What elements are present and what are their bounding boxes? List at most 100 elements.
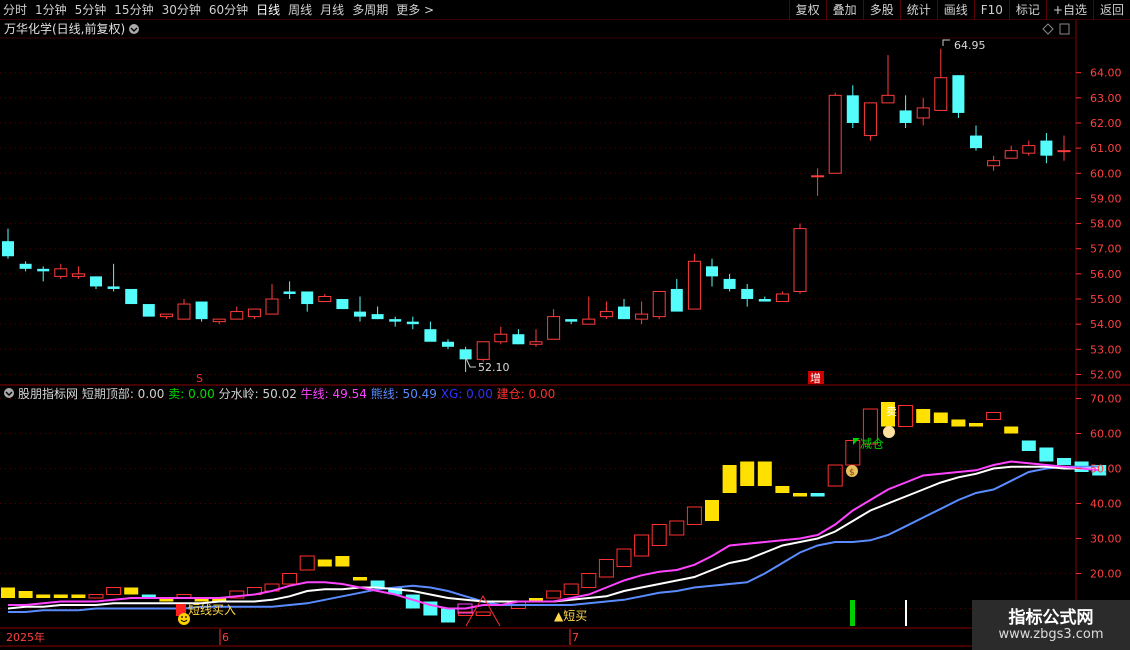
price-tick-label-1: 63.00: [1090, 92, 1122, 105]
candle-43: [758, 296, 771, 302]
candle-47: [828, 92, 842, 174]
indicator-value-1: 卖: 0.00: [168, 387, 218, 401]
candle-11: [195, 301, 208, 322]
indicator-bar-36: [634, 534, 650, 557]
indicator-bar-31: [546, 590, 562, 599]
indicator-axis: 70.0060.0050.0040.0030.0020.0010.00: [1076, 393, 1122, 616]
indicator-header: 股朋指标网 短期顶部: 0.00 卖: 0.00 分水岭: 50.02 牛线: …: [18, 386, 555, 401]
candle-49: [863, 102, 877, 141]
indicator-bar-16: [282, 573, 298, 585]
indicator-bar-18: [317, 559, 332, 567]
indicator-tick-label-0: 70.00: [1090, 393, 1122, 406]
candle-35: [618, 299, 630, 320]
zeng-marker: 增: [810, 371, 821, 385]
indicator-value-0: 短期顶部: 0.00: [82, 386, 168, 401]
candle-25: [442, 339, 454, 350]
candle-17: [301, 291, 314, 312]
candle-53: [934, 48, 948, 111]
candle-3: [54, 263, 68, 279]
indicator-value-3: 牛线: 49.54: [301, 386, 371, 401]
short-line-buy-label: 短线买入: [188, 603, 236, 617]
candle-58: [1022, 140, 1036, 156]
indicator-bar-25: [441, 608, 455, 623]
candle-50: [881, 55, 895, 104]
indicator-bar-59: [1039, 447, 1054, 462]
candle-44: [775, 291, 789, 303]
watermark-url: www.zbgs3.com: [998, 627, 1104, 642]
pointer-hand-icon: [883, 426, 895, 438]
indicator-bar-55: [969, 423, 983, 427]
s-marker: S: [196, 372, 203, 385]
indicator-value-2: 分水岭: 50.02: [219, 387, 301, 401]
high-label: 64.95: [954, 39, 986, 52]
indicator-bar-60: [1057, 458, 1071, 465]
candle-16: [283, 281, 296, 300]
flag-icon: [853, 438, 860, 445]
price-axis: 64.00 63.00 62.00 61.00 60.00 59.00 58.00 57.00…: [1076, 67, 1122, 381]
candle-24: [424, 321, 437, 342]
indicator-bar-6: [106, 587, 122, 595]
candle-29: [512, 329, 525, 345]
candle-46: [811, 168, 825, 196]
sell-label: 卖: [886, 405, 897, 418]
high-pointer-icon: [942, 39, 950, 46]
candle-55: [970, 125, 982, 151]
chart-title: 万华化学(日线,前复权): [4, 21, 125, 36]
candle-57: [1004, 145, 1018, 159]
indicator-bar-17: [299, 555, 315, 571]
price-tick-label-8: 56.00: [1090, 268, 1122, 281]
candle-5: [90, 276, 102, 289]
indicator-bar-35: [616, 548, 632, 567]
candle-0: [2, 228, 14, 259]
stock-chart[interactable]: 64.00 63.00 62.00 61.00 60.00 59.00 58.00 57.00…: [0, 0, 1130, 650]
price-tick-label-0: 64.00: [1090, 67, 1122, 80]
indicator-tick-label-5: 20.00: [1090, 568, 1122, 581]
indicator-bar-3: [53, 594, 68, 598]
candle-45: [793, 223, 807, 294]
candle-1: [19, 261, 32, 272]
diamond-icon[interactable]: [1042, 23, 1054, 35]
indicator-bar-40: [705, 500, 719, 521]
price-tick-label-5: 59.00: [1090, 192, 1122, 205]
candle-26: [459, 346, 472, 372]
candle-40: [706, 258, 718, 287]
indicator-tick-label-4: 30.00: [1090, 533, 1122, 546]
indicator-bar-51: [898, 405, 914, 427]
candle-39: [687, 253, 701, 310]
candle-33: [582, 296, 596, 325]
candle-38: [670, 278, 683, 312]
candle-13: [230, 306, 244, 320]
watermark-title: 指标公式网: [1008, 608, 1094, 628]
low-label: 52.10: [478, 361, 510, 374]
candle-20: [354, 296, 366, 322]
price-tick-label-6: 58.00: [1090, 218, 1122, 231]
indicator-bar-20: [353, 577, 367, 581]
candle-60: [1057, 135, 1071, 161]
indicator-bar-52: [916, 409, 931, 423]
indicator-bar-27: [475, 611, 491, 616]
indicator-bar-48: [845, 440, 861, 466]
indicator-tick-label-1: 60.00: [1090, 428, 1122, 441]
date-label-year: 2025年: [6, 630, 45, 644]
indicator-tick-label-2: 50.00: [1090, 463, 1122, 476]
price-tick-label-3: 61.00: [1090, 142, 1122, 155]
candle-8: [142, 304, 155, 317]
candle-4: [71, 266, 85, 279]
indicator-bar-42: [740, 461, 755, 486]
indicator-bar-46: [810, 493, 825, 497]
chevron-down-icon[interactable]: [129, 24, 139, 34]
indicator-bar-53: [933, 412, 948, 423]
candle-31: [547, 309, 561, 340]
indicator-bar-4: [71, 594, 86, 598]
candle-12: [212, 318, 226, 325]
candle-59: [1040, 133, 1053, 164]
indicator-menu-icon[interactable]: [4, 388, 14, 398]
candle-52: [916, 97, 930, 126]
white-volume-bar: [905, 600, 907, 626]
indicator-value-5: XG: 0.00: [441, 387, 497, 401]
indicator-bar-39: [686, 506, 702, 525]
candle-48: [846, 85, 859, 129]
watermark: 指标公式网 www.zbgs3.com: [972, 600, 1130, 650]
candle-42: [741, 283, 754, 307]
window-icon[interactable]: [1059, 23, 1070, 35]
